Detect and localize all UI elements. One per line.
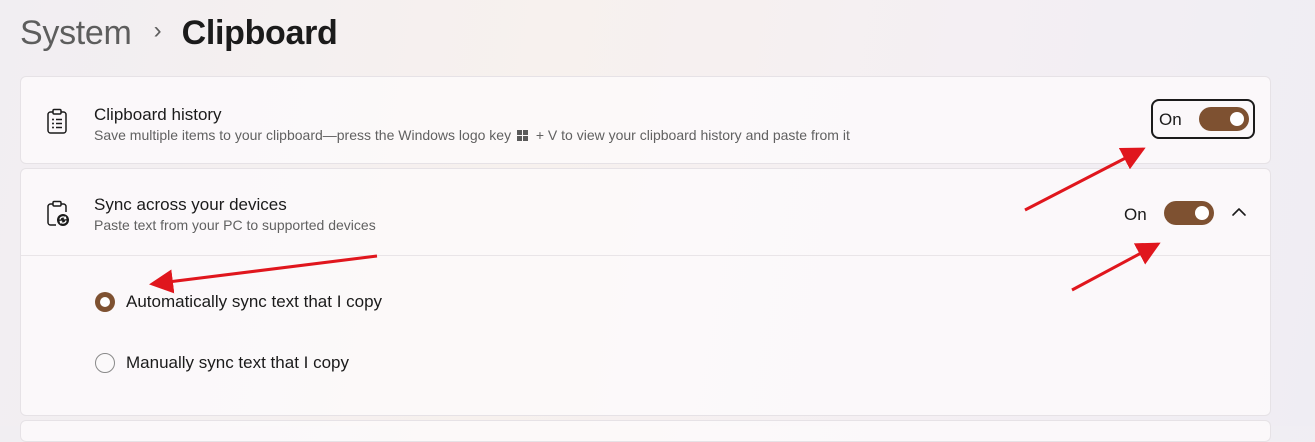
clipboard-history-title: Clipboard history bbox=[94, 105, 222, 124]
radio-option-auto-sync[interactable]: Automatically sync text that I copy bbox=[95, 287, 382, 317]
toggle-knob bbox=[1195, 206, 1209, 220]
radio-label-auto-sync: Automatically sync text that I copy bbox=[126, 292, 383, 311]
clipboard-list-icon bbox=[47, 108, 67, 134]
radio-label-manual-sync: Manually sync text that I copy bbox=[126, 353, 349, 372]
breadcrumb: System › Clipboard bbox=[20, 8, 338, 58]
breadcrumb-chevron-icon: › bbox=[153, 17, 162, 44]
radio-option-manual-sync[interactable]: Manually sync text that I copy bbox=[95, 348, 349, 378]
clipboard-history-description: Save multiple items to your clipboard—pr… bbox=[94, 127, 850, 143]
clipboard-history-toggle-label: On bbox=[1159, 110, 1182, 129]
toggle-knob bbox=[1230, 112, 1244, 126]
section-divider bbox=[21, 255, 1270, 256]
breadcrumb-system-link[interactable]: System bbox=[20, 14, 132, 53]
clipboard-history-card: Clipboard history Save multiple items to… bbox=[20, 76, 1271, 164]
sync-toggle-label: On bbox=[1124, 205, 1147, 224]
sync-description: Paste text from your PC to supported dev… bbox=[94, 217, 376, 233]
clipboard-sync-icon bbox=[47, 200, 69, 226]
clipboard-history-description-end: + V to view your clipboard history and p… bbox=[535, 127, 850, 143]
sync-title: Sync across your devices bbox=[94, 195, 287, 214]
sync-devices-card: Sync across your devices Paste text from… bbox=[20, 168, 1271, 416]
page-title: Clipboard bbox=[181, 13, 338, 52]
windows-logo-icon bbox=[516, 129, 528, 141]
clipboard-history-description-start: Save multiple items to your clipboard—pr… bbox=[94, 127, 512, 143]
radio-button-unchecked[interactable] bbox=[95, 353, 115, 373]
clipboard-history-toggle[interactable] bbox=[1199, 107, 1249, 131]
sync-toggle[interactable] bbox=[1164, 201, 1214, 225]
next-settings-card bbox=[20, 420, 1271, 442]
clipboard-history-toggle-focus-frame[interactable]: On bbox=[1151, 99, 1255, 139]
chevron-up-icon[interactable] bbox=[1225, 198, 1253, 226]
radio-button-checked[interactable] bbox=[95, 292, 115, 312]
